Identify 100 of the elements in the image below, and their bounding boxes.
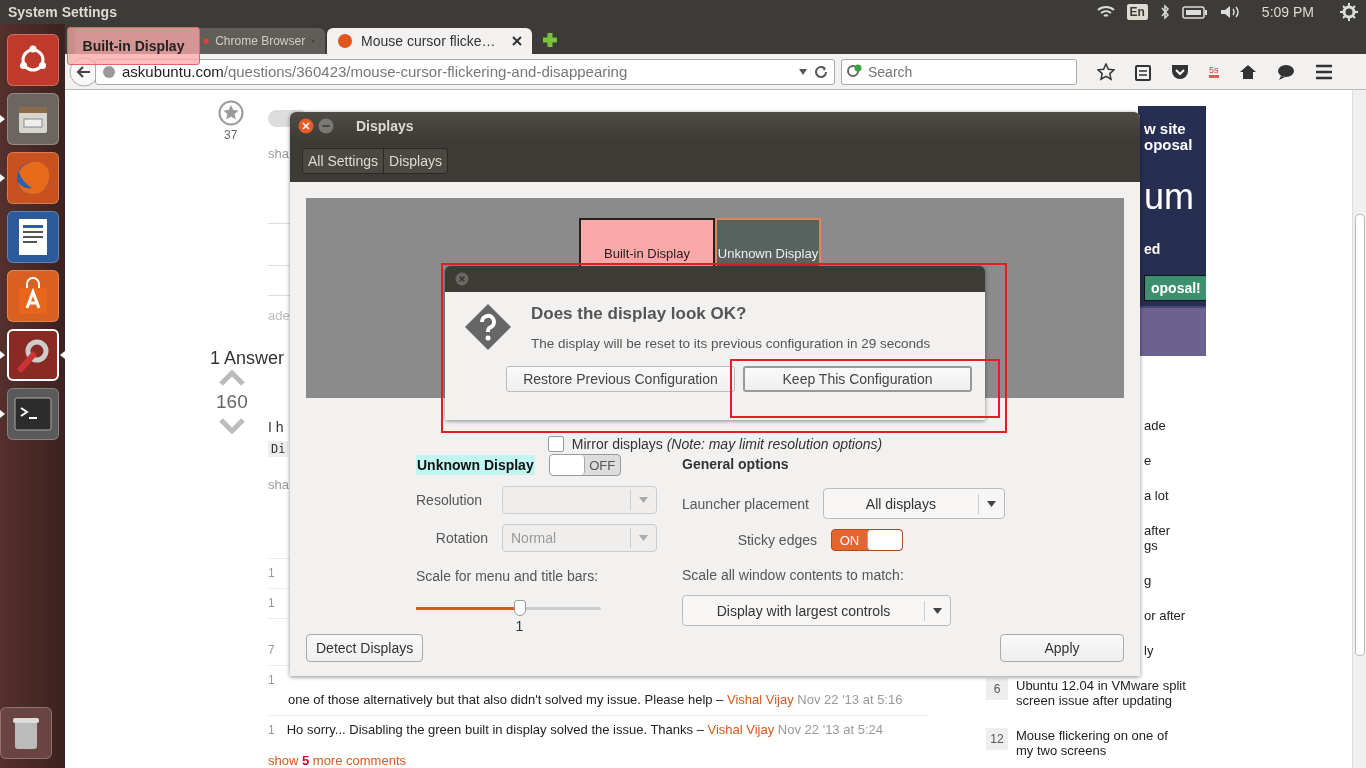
related-question-link[interactable]: a lot: [1144, 488, 1206, 503]
related-question-link[interactable]: or after: [1144, 608, 1206, 623]
scale-all-dropdown[interactable]: Display with largest controls: [682, 595, 951, 626]
answers-heading: 1 Answer: [210, 348, 285, 369]
related-question-link[interactable]: Mouse flickering on one of my two screens: [1016, 728, 1186, 758]
answer-text: I h: [268, 419, 284, 435]
advertisement-banner[interactable]: w site oposal um ed oposal!: [1138, 106, 1206, 356]
resolution-label: Resolution: [416, 492, 484, 508]
power-switch[interactable]: OFF: [548, 454, 621, 476]
window-title: Displays: [356, 118, 414, 134]
clock[interactable]: 5:09 PM: [1261, 4, 1314, 20]
breadcrumb-button[interactable]: Displays: [384, 149, 447, 173]
comment-text: one of those alternatively but that also didn't solved my issue. Please help – Vishal Vijay Nov 22 '13 at 5:16: [288, 692, 903, 708]
dropdown-arrow-icon: [639, 535, 648, 541]
comment-score: 1: [268, 722, 275, 738]
section-heading: General options: [682, 456, 789, 472]
mirror-displays-label: Mirror displays (Note: may limit resolution options): [571, 436, 883, 452]
detect-displays-button[interactable]: Detect Displays: [306, 634, 424, 662]
question-score: 12: [986, 728, 1008, 750]
volume-icon[interactable]: [1219, 5, 1240, 19]
user-link[interactable]: Vishal Vijay: [707, 722, 775, 737]
display-name: Unknown Display: [416, 455, 535, 475]
scrollbar[interactable]: [1352, 90, 1366, 768]
show-more-comments-link[interactable]: show 5 more comments: [268, 753, 406, 768]
question-icon: [463, 302, 513, 352]
favicon-icon: [337, 33, 353, 49]
bluetooth-icon[interactable]: [1159, 4, 1170, 20]
favorite-count: 37: [224, 128, 238, 142]
url-text: askubuntu.com/questions/360423/mouse-cursor-flickering-and-disappearing: [122, 63, 629, 80]
launcher-placement-dropdown[interactable]: All displays: [822, 488, 1005, 519]
comment-text: Ho sorry... Disabling the green built in display solved the issue. Thanks – Vishal Vijay Nov 22 '13 at 5:24: [286, 722, 883, 738]
search-input[interactable]: Search: [866, 62, 1060, 81]
tab-title: Chrome Browser: [215, 34, 306, 48]
comment-score: 1: [268, 595, 275, 611]
related-question-link[interactable]: ade: [1144, 418, 1206, 433]
dropdown-icon[interactable]: [798, 67, 808, 76]
document-icon[interactable]: [6, 210, 59, 263]
dialog-heading: Does the display look OK?: [531, 304, 748, 324]
dropdown-arrow-icon: [639, 497, 648, 503]
scale-all-label: Scale all window contents to match:: [682, 567, 904, 583]
clipboard-icon[interactable]: [1135, 62, 1151, 81]
scale-label: Scale for menu and title bars:: [416, 568, 599, 584]
shopping-bag-icon[interactable]: [6, 269, 59, 322]
star-icon[interactable]: [1097, 62, 1115, 81]
tab-title: Mouse cursor flicke…: [361, 33, 497, 49]
related-question-link[interactable]: ly: [1144, 643, 1206, 658]
code-snippet: Di: [268, 441, 289, 457]
related-question-link[interactable]: gs: [1144, 538, 1206, 553]
comment-score: 7: [268, 642, 275, 658]
ad-button[interactable]: oposal!: [1144, 275, 1206, 301]
file-cabinet-icon[interactable]: [6, 92, 59, 145]
related-question-link[interactable]: e: [1144, 453, 1206, 468]
address-field[interactable]: askubuntu.com/questions/360423/mouse-cursor-flickering-and-disappearing: [95, 58, 835, 85]
dialog-message: The display will be reset to its previous configuration in 29 seconds: [531, 336, 931, 351]
related-question-link[interactable]: g: [1144, 573, 1206, 588]
dropdown-arrow-icon: [933, 607, 942, 614]
search-icon: [846, 63, 862, 80]
sticky-edges-label: Sticky edges: [736, 532, 817, 548]
trash-icon[interactable]: [0, 706, 52, 759]
ad-headline: um: [1144, 177, 1194, 217]
desert-drawing: [1138, 306, 1206, 356]
ad-text: oposal: [1144, 137, 1193, 153]
ad-text: ed: [1144, 241, 1161, 257]
user-link[interactable]: Vishal Vijay: [726, 692, 794, 707]
close-icon[interactable]: [298, 118, 314, 134]
search-field[interactable]: Search: [841, 58, 1077, 85]
app-title: System Settings: [8, 4, 117, 20]
scale-slider[interactable]: [416, 600, 601, 616]
battery-icon[interactable]: [1181, 5, 1208, 19]
question-score: 6: [986, 678, 1008, 700]
launcher-placement-label: Launcher placement: [682, 495, 809, 512]
terminal-icon[interactable]: [6, 387, 59, 440]
rotation-label: Rotation: [434, 530, 488, 546]
pocket-icon[interactable]: [1171, 63, 1189, 80]
related-question-link[interactable]: Ubuntu 12.04 in VMware split screen issue after updating: [1016, 678, 1186, 708]
gear-icon[interactable]: [1340, 3, 1358, 21]
keyboard-layout-indicator[interactable]: En: [1126, 4, 1148, 20]
breadcrumb-button[interactable]: All Settings: [303, 149, 385, 173]
chat-icon[interactable]: [1276, 63, 1295, 80]
dialog-button[interactable]: Keep This Configuration: [743, 366, 972, 392]
wifi-icon[interactable]: [1096, 5, 1115, 19]
checkbox[interactable]: [547, 436, 564, 452]
home-icon[interactable]: [1238, 63, 1257, 80]
comment-score: 1: [268, 672, 275, 688]
scale-value: 1: [515, 618, 524, 634]
browser-tab[interactable]: Mouse cursor flicke…: [327, 28, 532, 54]
reload-icon[interactable]: [814, 64, 828, 79]
dropdown-arrow-icon: [986, 500, 996, 507]
close-icon[interactable]: [512, 36, 522, 46]
comment-score: 1: [268, 565, 275, 581]
dialog-button[interactable]: Restore Previous Configuration: [506, 366, 735, 392]
extension-badge[interactable]: 5s: [1209, 65, 1219, 78]
dash-icon[interactable]: [6, 33, 59, 86]
menu-icon[interactable]: [1314, 63, 1333, 80]
related-question-link[interactable]: after: [1144, 523, 1206, 538]
vote-count: 160: [216, 391, 248, 413]
ad-text: w site: [1144, 121, 1186, 137]
apply-button[interactable]: Apply: [1000, 634, 1124, 662]
scrollbar-thumb[interactable]: [1355, 214, 1365, 656]
new-tab-icon[interactable]: [542, 32, 558, 48]
